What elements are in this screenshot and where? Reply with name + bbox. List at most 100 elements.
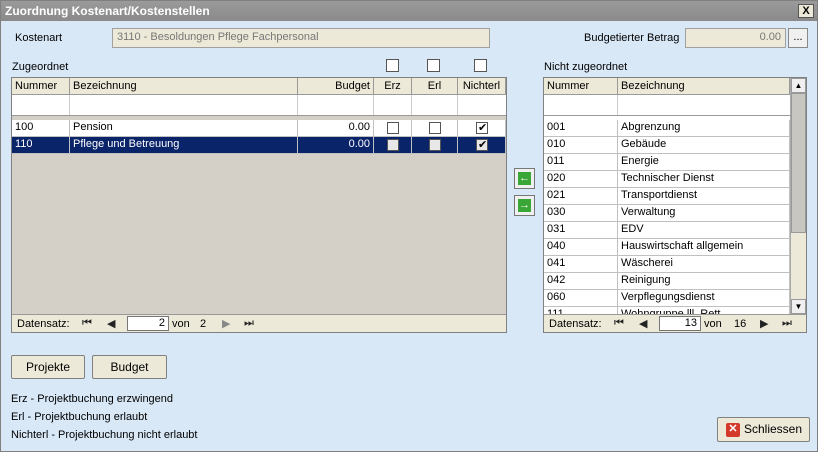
col-bezeichnung[interactable]: Bezeichnung — [70, 78, 298, 95]
cell-nummer[interactable]: 110 — [12, 137, 70, 153]
assigned-grid-header: Nummer Bezeichnung Budget Erz Erl Nichte… — [12, 78, 506, 95]
cell-nummer[interactable]: 030 — [544, 205, 618, 221]
cell-nummer[interactable]: 040 — [544, 239, 618, 255]
table-row[interactable]: 031 EDV — [544, 222, 790, 239]
col-erz[interactable]: Erz — [374, 78, 412, 95]
table-row[interactable]: 060 Verpflegungsdienst — [544, 290, 790, 307]
filter-cell[interactable] — [544, 95, 618, 115]
erz-checkbox[interactable] — [387, 122, 399, 134]
nichterl-toggle-all-checkbox[interactable] — [474, 59, 487, 72]
cell-bezeichnung[interactable]: Verpflegungsdienst — [618, 290, 790, 306]
cell-bezeichnung[interactable]: Energie — [618, 154, 790, 170]
assigned-filter-row[interactable] — [12, 95, 506, 116]
legend-erl: Erl - Projektbuchung erlaubt — [11, 411, 148, 423]
window-close-button[interactable]: X — [798, 4, 814, 18]
scroll-up-icon[interactable]: ▲ — [791, 78, 806, 93]
legend-nichterl: Nichterl - Projektbuchung nicht erlaubt — [11, 429, 198, 441]
cell-nummer[interactable]: 042 — [544, 273, 618, 289]
title-bar: Zuordnung Kostenart/Kostenstellen X — [1, 1, 817, 21]
table-row[interactable]: 042 Reinigung — [544, 273, 790, 290]
col-bezeichnung[interactable]: Bezeichnung — [618, 78, 790, 95]
last-record-icon[interactable]: ⏭ — [782, 317, 792, 330]
cell-nummer[interactable]: 041 — [544, 256, 618, 272]
filter-cell[interactable] — [12, 95, 70, 115]
table-row[interactable]: 041 Wäscherei — [544, 256, 790, 273]
table-row[interactable]: 021 Transportdienst — [544, 188, 790, 205]
cell-budget[interactable]: 0.00 — [298, 120, 374, 136]
erl-checkbox[interactable] — [429, 139, 441, 151]
current-record-input[interactable]: 13 — [659, 316, 701, 331]
schliessen-button[interactable]: ✕ Schliessen — [717, 417, 810, 442]
table-row[interactable]: 040 Hauswirtschaft allgemein — [544, 239, 790, 256]
table-row[interactable]: 010 Gebäude — [544, 137, 790, 154]
filter-cell[interactable] — [298, 95, 374, 115]
prev-record-icon[interactable]: ◀ — [107, 317, 115, 330]
vertical-scrollbar[interactable]: ▲ ▼ — [790, 78, 806, 314]
arrow-right-icon: → — [518, 199, 531, 212]
navigator-total: 2 — [200, 318, 207, 330]
col-nummer[interactable]: Nummer — [544, 78, 618, 95]
scroll-down-icon[interactable]: ▼ — [791, 299, 806, 314]
cell-bezeichnung[interactable]: EDV — [618, 222, 790, 238]
cell-bezeichnung[interactable]: Abgrenzung — [618, 120, 790, 136]
filter-cell[interactable] — [70, 95, 298, 115]
assigned-section-label: Zugeordnet — [12, 61, 69, 73]
close-icon: ✕ — [726, 423, 740, 437]
erl-checkbox[interactable] — [429, 122, 441, 134]
cell-bezeichnung[interactable]: Hauswirtschaft allgemein — [618, 239, 790, 255]
cell-nummer[interactable]: 060 — [544, 290, 618, 306]
projekte-button[interactable]: Projekte — [11, 355, 85, 379]
move-left-button[interactable]: ← — [514, 168, 535, 189]
cell-nummer[interactable]: 001 — [544, 120, 618, 136]
next-record-icon[interactable]: ▶ — [760, 317, 768, 330]
prev-record-icon[interactable]: ◀ — [639, 317, 647, 330]
table-row[interactable]: 100 Pension 0.00 — [12, 120, 506, 137]
nichterl-checkbox[interactable] — [476, 121, 488, 134]
table-row[interactable]: 110 Pflege und Betreuung 0.00 — [12, 137, 506, 154]
table-row[interactable]: 001 Abgrenzung — [544, 120, 790, 137]
cell-bezeichnung[interactable]: Technischer Dienst — [618, 171, 790, 187]
kostenart-field[interactable]: 3110 - Besoldungen Pflege Fachpersonal — [112, 28, 490, 48]
cell-bezeichnung[interactable]: Reinigung — [618, 273, 790, 289]
unassigned-filter-row[interactable] — [544, 95, 790, 116]
arrow-left-icon: ← — [518, 172, 531, 185]
table-row[interactable]: 030 Verwaltung — [544, 205, 790, 222]
cell-bezeichnung[interactable]: Pension — [70, 120, 298, 136]
budget-browse-button[interactable]: ... — [788, 28, 808, 48]
col-nummer[interactable]: Nummer — [12, 78, 70, 95]
cell-bezeichnung[interactable]: Verwaltung — [618, 205, 790, 221]
col-erl[interactable]: Erl — [412, 78, 458, 95]
next-record-icon[interactable]: ▶ — [222, 317, 230, 330]
scroll-thumb[interactable] — [791, 93, 806, 233]
table-row[interactable]: 011 Energie — [544, 154, 790, 171]
cell-budget[interactable]: 0.00 — [298, 137, 374, 153]
erz-checkbox[interactable] — [387, 139, 399, 151]
cell-bezeichnung[interactable]: Transportdienst — [618, 188, 790, 204]
cell-nummer[interactable]: 021 — [544, 188, 618, 204]
current-record-input[interactable]: 2 — [127, 316, 169, 331]
cell-nummer[interactable]: 020 — [544, 171, 618, 187]
cell-bezeichnung[interactable]: Gebäude — [618, 137, 790, 153]
budget-button[interactable]: Budget — [92, 355, 167, 379]
budget-total-field[interactable]: 0.00 — [685, 28, 786, 48]
table-row[interactable]: 020 Technischer Dienst — [544, 171, 790, 188]
last-record-icon[interactable]: ⏭ — [244, 317, 254, 330]
cell-nummer[interactable]: 031 — [544, 222, 618, 238]
col-budget[interactable]: Budget — [298, 78, 374, 95]
cell-nummer[interactable]: 010 — [544, 137, 618, 153]
first-record-icon[interactable]: ⏮ — [82, 317, 92, 330]
erl-toggle-all-checkbox[interactable] — [427, 59, 440, 72]
cell-nummer[interactable]: 011 — [544, 154, 618, 170]
cell-bezeichnung[interactable]: Pflege und Betreuung — [70, 137, 298, 153]
cell-bezeichnung[interactable]: Wäscherei — [618, 256, 790, 272]
col-nichterl[interactable]: Nichterl — [458, 78, 506, 95]
cell-nichterl — [458, 137, 506, 153]
move-right-button[interactable]: → — [514, 195, 535, 216]
filter-cell[interactable] — [374, 95, 412, 115]
kostenart-label: Kostenart — [15, 32, 63, 44]
cell-nummer[interactable]: 100 — [12, 120, 70, 136]
erz-toggle-all-checkbox[interactable] — [386, 59, 399, 72]
nichterl-checkbox[interactable] — [476, 138, 488, 151]
filter-cell[interactable] — [412, 95, 458, 115]
first-record-icon[interactable]: ⏮ — [614, 317, 624, 330]
